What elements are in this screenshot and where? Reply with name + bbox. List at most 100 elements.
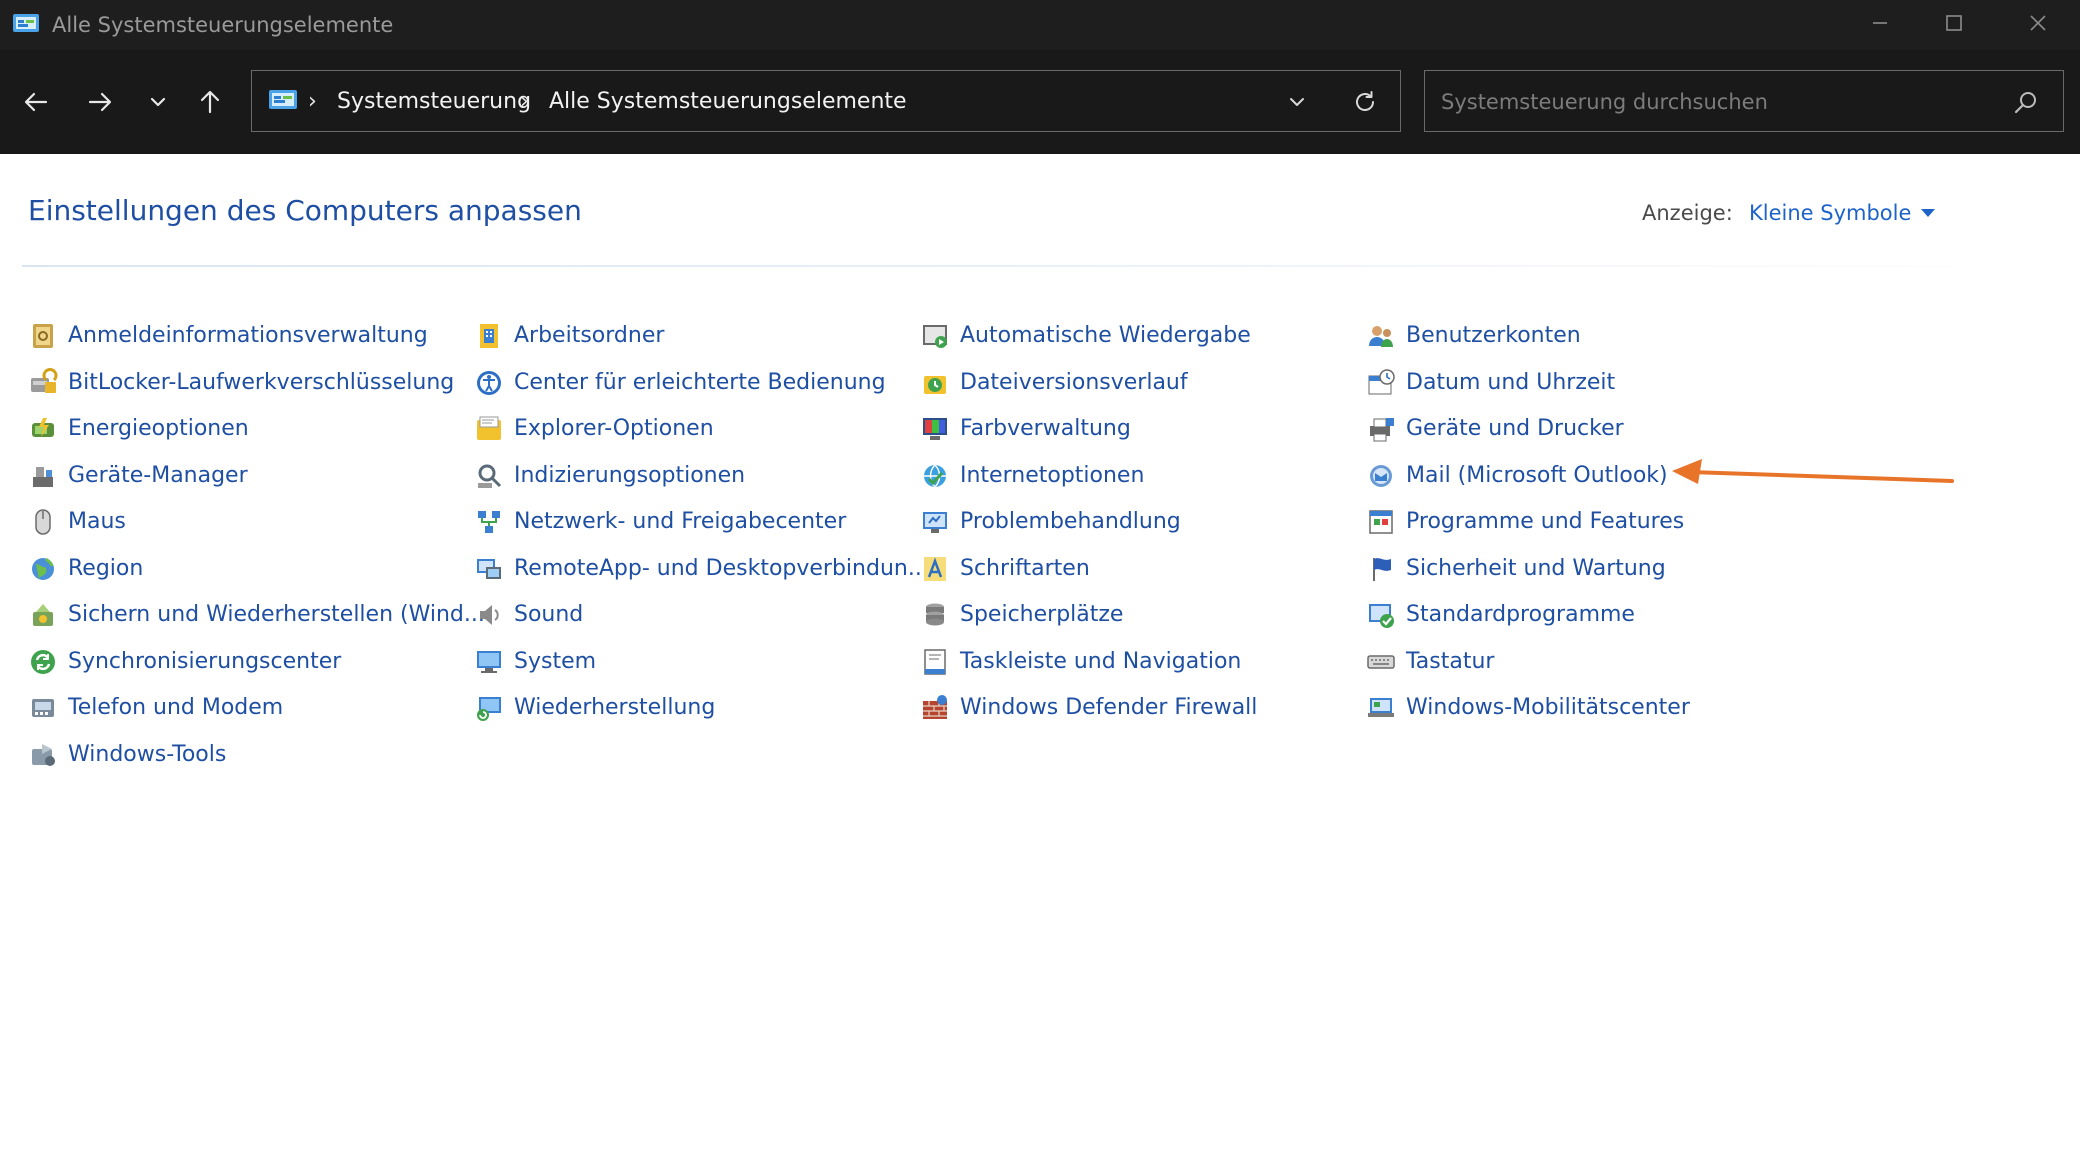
cp-item-label: Windows Defender Firewall	[960, 695, 1258, 720]
cp-item-label: Arbeitsordner	[514, 323, 665, 348]
control-panel-icon	[269, 90, 297, 109]
control-panel-icon	[13, 14, 39, 32]
cp-item-storage-spaces[interactable]: Speicherplätze	[920, 595, 1123, 635]
chevron-down-icon	[1290, 98, 1304, 106]
view-mode-dropdown[interactable]: Kleine Symbole	[1749, 198, 1936, 228]
cp-item-troubleshooting[interactable]: Problembehandlung	[920, 502, 1181, 542]
cp-item-device-manager[interactable]: Geräte-Manager	[28, 456, 248, 496]
remoteapp-icon	[477, 559, 501, 579]
refresh-icon	[1356, 91, 1374, 111]
close-button[interactable]	[1996, 0, 2080, 46]
cp-item-explorer-options[interactable]: Explorer-Optionen	[474, 409, 714, 449]
maximize-button[interactable]	[1912, 0, 1996, 46]
cp-item-remoteapp[interactable]: RemoteApp- und Desktopverbindun...	[474, 549, 929, 589]
sound-icon	[480, 605, 499, 625]
cp-item-fonts[interactable]: Schriftarten	[920, 549, 1090, 589]
troubleshooting-icon	[923, 512, 947, 533]
cp-item-ease-of-access[interactable]: Center für erleichterte Bedienung	[474, 363, 886, 403]
address-history-button[interactable]	[1284, 89, 1310, 115]
cp-item-sync-center[interactable]: Synchronisierungscenter	[28, 642, 341, 682]
storage-spaces-icon	[926, 603, 944, 626]
cp-item-label: Taskleiste und Navigation	[960, 649, 1242, 674]
cp-item-keyboard[interactable]: Tastatur	[1366, 642, 1494, 682]
cp-item-taskbar-navigation[interactable]: Taskleiste und Navigation	[920, 642, 1241, 682]
control-panel-window: Alle Systemsteuerungselemente › Systemst…	[0, 0, 2080, 1168]
cp-item-label: RemoteApp- und Desktopverbindun...	[514, 556, 929, 581]
cp-item-label: Region	[68, 556, 144, 581]
refresh-button[interactable]	[1350, 87, 1380, 117]
cp-item-label: Synchronisierungscenter	[68, 649, 342, 674]
cp-item-backup-restore[interactable]: Sichern und Wiederherstellen (Wind...	[28, 595, 485, 635]
cp-item-network-sharing[interactable]: Netzwerk- und Freigabecenter	[474, 502, 846, 542]
internet-options-icon	[924, 464, 946, 488]
cp-item-file-history[interactable]: Dateiversionsverlauf	[920, 363, 1188, 403]
cp-item-phone-modem[interactable]: Telefon und Modem	[28, 688, 283, 728]
title-bar: Alle Systemsteuerungselemente	[0, 0, 2080, 50]
cp-item-credential-manager[interactable]: Anmeldeinformationsverwaltung	[28, 316, 428, 356]
windows-tools-icon	[32, 744, 55, 766]
search-icon[interactable]	[2013, 89, 2039, 115]
cp-item-sound[interactable]: Sound	[474, 595, 583, 635]
maximize-icon	[1946, 15, 1962, 31]
cp-item-color-management[interactable]: Farbverwaltung	[920, 409, 1131, 449]
close-icon	[2030, 15, 2046, 31]
breadcrumb-systemsteuerung[interactable]: Systemsteuerung	[337, 87, 531, 117]
forward-button[interactable]	[78, 80, 122, 124]
minimize-icon	[1873, 22, 1887, 24]
cp-item-windows-tools[interactable]: Windows-Tools	[28, 735, 226, 775]
cp-item-autoplay[interactable]: Automatische Wiedergabe	[920, 316, 1251, 356]
breadcrumb-alle-elemente[interactable]: Alle Systemsteuerungselemente	[549, 87, 907, 117]
cp-item-label: Windows-Tools	[68, 742, 227, 767]
firewall-icon	[923, 695, 947, 719]
ease-of-access-icon	[477, 371, 501, 395]
breadcrumb-separator: ›	[308, 89, 317, 114]
up-button[interactable]	[188, 80, 232, 124]
cp-item-date-time[interactable]: Datum und Uhrzeit	[1366, 363, 1615, 403]
user-accounts-icon	[1369, 326, 1393, 347]
cp-item-firewall[interactable]: Windows Defender Firewall	[920, 688, 1257, 728]
cp-item-programs-features[interactable]: Programme und Features	[1366, 502, 1684, 542]
cp-item-devices-printers[interactable]: Geräte und Drucker	[1366, 409, 1624, 449]
cp-item-label: Sicherheit und Wartung	[1406, 556, 1666, 581]
minimize-button[interactable]	[1838, 0, 1922, 46]
cp-item-region[interactable]: Region	[28, 549, 143, 589]
cp-item-label: Internetoptionen	[960, 463, 1145, 488]
search-input[interactable]	[1439, 85, 2003, 119]
cp-item-bitlocker[interactable]: BitLocker-Laufwerkverschlüsselung	[28, 363, 454, 403]
cp-item-power-options[interactable]: Energieoptionen	[28, 409, 249, 449]
cp-item-recovery[interactable]: Wiederherstellung	[474, 688, 715, 728]
mouse-icon	[35, 509, 51, 535]
keyboard-icon	[1367, 655, 1395, 669]
search-box[interactable]	[1424, 70, 2064, 132]
cp-item-mobility-center[interactable]: Windows-Mobilitätscenter	[1366, 688, 1690, 728]
address-bar[interactable]: › Systemsteuerung › Alle Systemsteuerung…	[251, 70, 1401, 132]
recent-locations-button[interactable]	[136, 80, 180, 124]
cp-item-label: Speicherplätze	[960, 602, 1124, 627]
cp-item-label: Schriftarten	[960, 556, 1090, 581]
cp-item-internet-options[interactable]: Internetoptionen	[920, 456, 1144, 496]
indexing-options-icon	[478, 464, 502, 488]
cp-item-label: BitLocker-Laufwerkverschlüsselung	[68, 370, 455, 395]
mobility-center-icon	[1368, 698, 1394, 717]
cp-item-label: Center für erleichterte Bedienung	[514, 370, 886, 395]
cp-item-mail[interactable]: Mail (Microsoft Outlook)	[1366, 456, 1668, 496]
security-maintenance-icon	[1373, 558, 1391, 581]
bitlocker-icon	[31, 368, 58, 393]
cp-item-indexing-options[interactable]: Indizierungsoptionen	[474, 456, 745, 496]
cp-item-label: Wiederherstellung	[514, 695, 716, 720]
cp-item-label: Farbverwaltung	[960, 416, 1131, 441]
cp-item-security-maintenance[interactable]: Sicherheit und Wartung	[1366, 549, 1666, 589]
cp-item-work-folders[interactable]: Arbeitsordner	[474, 316, 664, 356]
date-time-icon	[1368, 369, 1395, 395]
backup-restore-icon	[33, 604, 53, 626]
cp-item-system[interactable]: System	[474, 642, 596, 682]
back-button[interactable]	[14, 80, 58, 124]
cp-item-mouse[interactable]: Maus	[28, 502, 126, 542]
view-label: Anzeige:	[1642, 201, 1733, 225]
cp-item-label: Problembehandlung	[960, 509, 1181, 534]
cp-item-label: Maus	[68, 509, 126, 534]
cp-item-label: Programme und Features	[1406, 509, 1685, 534]
fonts-icon	[924, 557, 946, 581]
cp-item-default-programs[interactable]: Standardprogramme	[1366, 595, 1635, 635]
cp-item-user-accounts[interactable]: Benutzerkonten	[1366, 316, 1581, 356]
